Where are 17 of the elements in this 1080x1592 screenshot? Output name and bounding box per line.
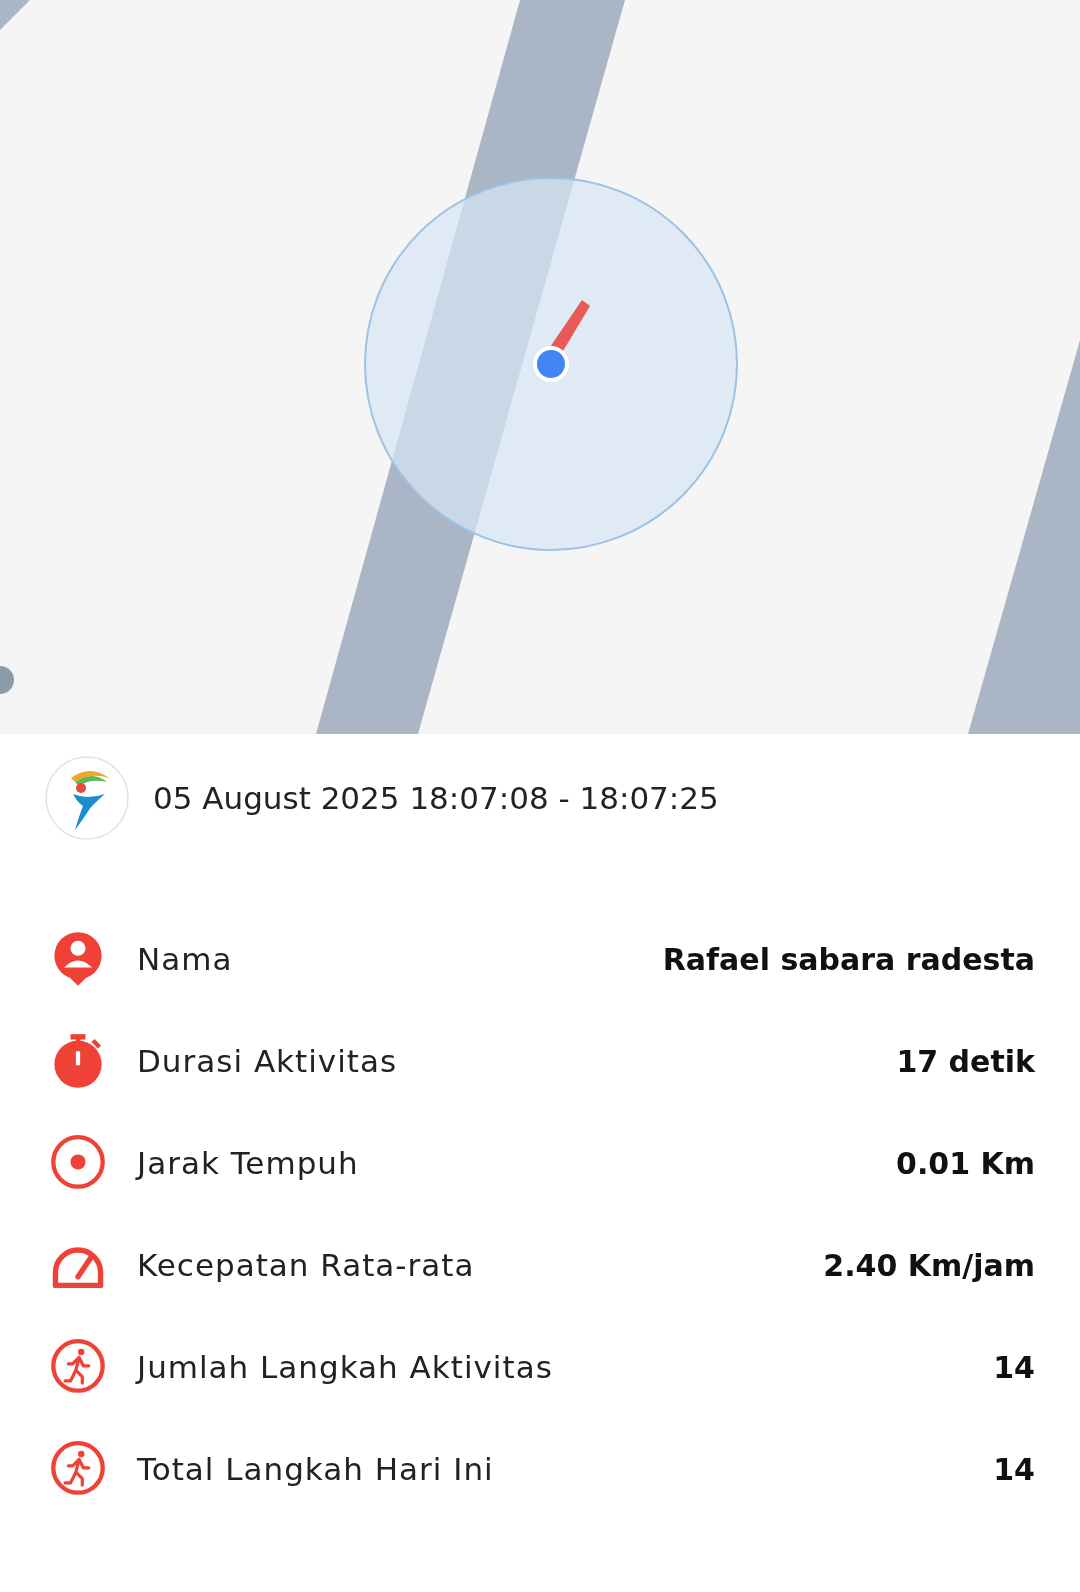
session-time-range: 05 August 2025 18:07:08 - 18:07:25	[153, 780, 719, 816]
stat-value: Rafael sabara radesta	[662, 941, 1035, 977]
stat-label: Durasi Aktivitas	[137, 1043, 399, 1079]
stat-label: Jumlah Langkah Aktivitas	[137, 1349, 554, 1385]
stat-value: 2.40 Km/jam	[823, 1247, 1035, 1283]
stat-label: Total Langkah Hari Ini	[137, 1451, 495, 1487]
running-person-icon	[50, 1338, 106, 1396]
stat-label: Nama	[137, 941, 234, 977]
stat-label: Kecepatan Rata-rata	[137, 1247, 476, 1283]
stat-value: 14	[993, 1349, 1035, 1385]
logo-icon	[45, 756, 129, 840]
target-icon	[50, 1134, 106, 1192]
stat-value: 14	[993, 1451, 1035, 1487]
running-person-icon	[50, 1440, 106, 1498]
stat-label: Jarak Tempuh	[137, 1145, 360, 1181]
stat-value: 0.01 Km	[896, 1145, 1035, 1181]
stat-value: 17 detik	[896, 1043, 1035, 1079]
